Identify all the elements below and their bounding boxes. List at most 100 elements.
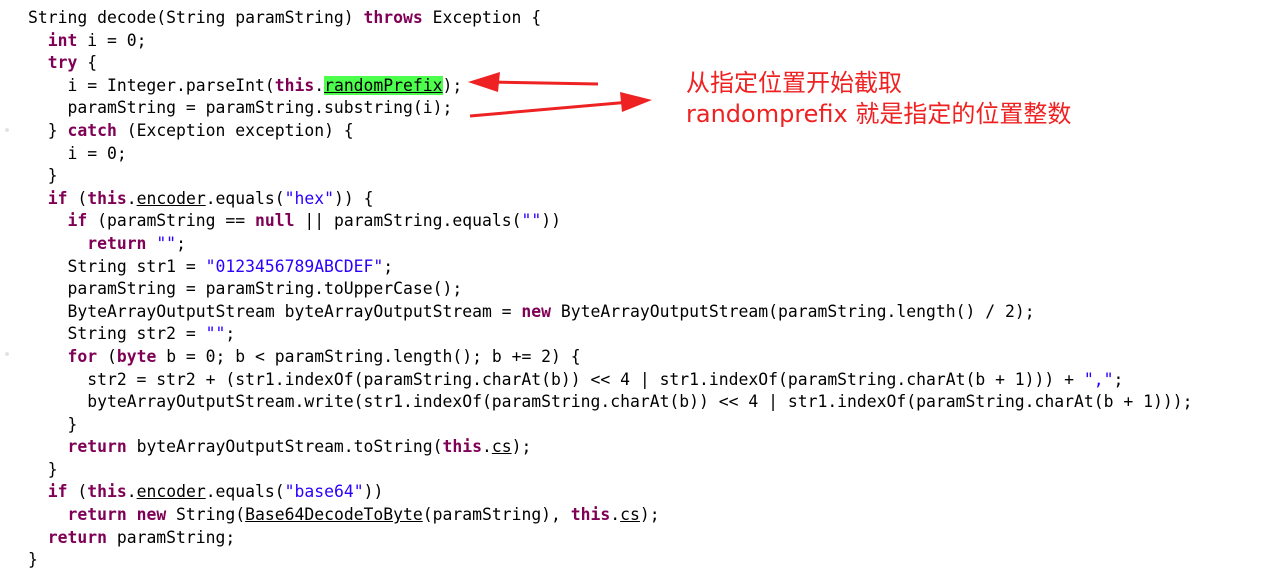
code-text: String decode(String paramString) [28, 8, 364, 27]
code-line: return byteArrayOutputStream.toString(th… [28, 436, 1192, 459]
code-line: } [28, 459, 1192, 482]
code-keyword: this [87, 188, 127, 208]
highlighted-identifier: randomPrefix [324, 75, 443, 95]
code-text: } [47, 120, 68, 140]
code-line: String str1 = "0123456789ABCDEF"; [28, 256, 1192, 279]
code-line: if (this.encoder.equals("hex")) { [28, 188, 1192, 211]
code-text: str2 = str2 + (str1.indexOf(paramString.… [87, 369, 1084, 389]
code-keyword: this [87, 482, 127, 502]
code-text: . [126, 188, 137, 208]
code-text: i = 0; [77, 30, 147, 50]
code-line: return paramString; [28, 527, 1192, 550]
code-line: int i = 0; [28, 30, 1192, 53]
code-text: } [67, 414, 78, 434]
code-text: b = 0; b < paramString.length(); b += 2)… [156, 346, 581, 366]
code-text: (Exception exception) { [116, 120, 354, 140]
code-line: if (paramString == null || paramString.e… [28, 210, 1192, 233]
code-text: . [481, 437, 492, 457]
code-keyword: catch [67, 120, 117, 140]
code-text: ( [67, 188, 88, 208]
code-string: "0123456789ABCDEF" [205, 256, 384, 276]
code-string: "hex" [284, 188, 334, 208]
code-text: ByteArrayOutputStream byteArrayOutputStr… [67, 301, 522, 321]
code-text: paramString; [106, 527, 236, 547]
code-string: "" [521, 211, 542, 231]
code-string: "base64" [284, 482, 364, 502]
code-line: return ""; [28, 233, 1192, 256]
code-text: ByteArrayOutputStream(paramString.length… [551, 301, 1035, 321]
code-text: ( [67, 482, 88, 502]
code-field-reference: cs [620, 505, 640, 525]
code-keyword: return [67, 505, 127, 525]
code-keyword: for [67, 346, 98, 366]
code-text: } [47, 166, 58, 186]
gutter-marker [5, 352, 9, 356]
code-keyword: int [47, 30, 78, 50]
code-text: ( [97, 346, 117, 366]
code-keyword: this [442, 437, 482, 457]
code-text: (paramString == [87, 211, 255, 231]
code-field-reference: Base64DecodeToByte [245, 505, 423, 525]
code-line: i = 0; [28, 143, 1192, 166]
code-text: . [314, 75, 325, 95]
code-text: )) { [333, 188, 374, 208]
code-text: ; [1113, 369, 1124, 389]
code-text: ); [511, 437, 532, 457]
code-keyword: null [255, 211, 295, 231]
annotation-line-1: 从指定位置开始截取 [686, 69, 902, 97]
code-text: String( [166, 505, 246, 525]
code-line: paramString = paramString.toUpperCase(); [28, 278, 1192, 301]
code-text: paramString = paramString.substring(i); [67, 98, 453, 118]
code-text: } [47, 459, 58, 479]
code-keyword: if [47, 188, 68, 208]
code-keyword: return [67, 437, 127, 457]
code-text: ); [639, 505, 660, 525]
code-text: i = 0; [67, 143, 127, 163]
code-text: i = Integer.parseInt( [67, 75, 275, 95]
code-keyword: this [570, 505, 611, 525]
code-field-reference: encoder [136, 188, 206, 208]
code-text: )) [541, 211, 561, 231]
code-field-reference: cs [491, 437, 512, 457]
code-string: "" [156, 233, 177, 253]
code-text: String str2 = [67, 324, 206, 344]
code-line: return new String(Base64DecodeToByte(par… [28, 504, 1192, 527]
code-string: "" [205, 324, 226, 344]
code-text: byteArrayOutputStream.write(str1.indexOf… [87, 392, 1193, 412]
code-keyword: if [47, 482, 68, 502]
code-text: (paramString), [422, 505, 571, 525]
code-line: ByteArrayOutputStream byteArrayOutputStr… [28, 301, 1192, 324]
code-text: } [28, 550, 38, 570]
code-keyword: this [274, 75, 315, 95]
gutter-marker [5, 128, 9, 132]
code-text: ; [383, 256, 394, 276]
annotation-line-2: randomprefix 就是指定的位置整数 [686, 100, 1072, 128]
code-keyword: if [67, 211, 88, 231]
code-keyword: throws [363, 8, 423, 27]
code-keyword: return [47, 527, 107, 547]
code-text: )) [363, 482, 384, 502]
code-text: ); [442, 75, 463, 95]
code-keyword: new [136, 505, 167, 525]
code-field-reference: encoder [136, 482, 206, 502]
code-keyword: byte [116, 346, 157, 366]
code-line: } [28, 414, 1192, 437]
code-line: if (this.encoder.equals("base64")) [28, 481, 1192, 504]
code-text: String str1 = [67, 256, 206, 276]
code-text: byteArrayOutputStream.toString( [126, 437, 443, 457]
code-keyword: return [87, 233, 147, 253]
code-text: .equals( [205, 188, 285, 208]
code-text: . [610, 505, 621, 525]
code-line: str2 = str2 + (str1.indexOf(paramString.… [28, 369, 1192, 392]
code-line: for (byte b = 0; b < paramString.length(… [28, 346, 1192, 369]
code-keyword: try [47, 53, 78, 73]
code-text: ; [176, 233, 186, 253]
annotation-note: 从指定位置开始截取 randomprefix 就是指定的位置整数 [686, 68, 1071, 130]
code-line: String str2 = ""; [28, 323, 1192, 346]
code-text: . [126, 482, 137, 502]
code-string: "," [1083, 369, 1114, 389]
code-line: } [28, 165, 1192, 188]
code-text: Exception { [422, 8, 542, 27]
